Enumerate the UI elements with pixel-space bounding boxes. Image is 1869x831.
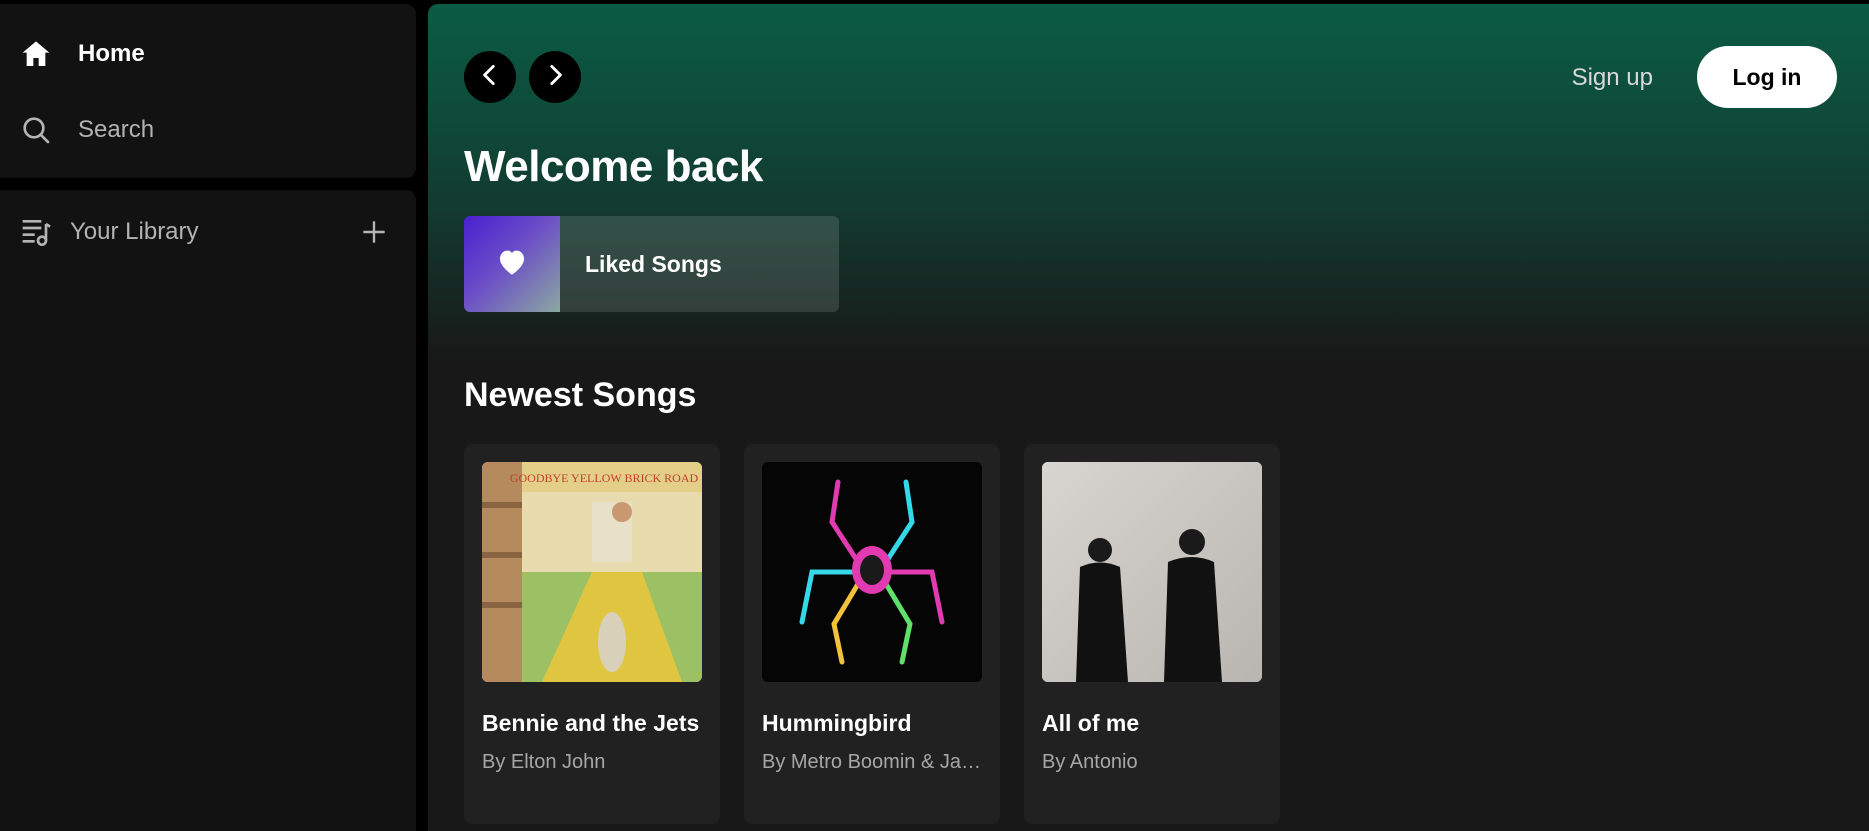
signup-button[interactable]: Sign up: [1572, 64, 1653, 92]
section-title: Newest Songs: [464, 376, 697, 414]
library-panel: Your Library: [0, 190, 416, 831]
liked-songs-art: [464, 216, 560, 312]
sidebar-item-home[interactable]: Home: [20, 38, 145, 70]
album-cover: GOODBYE YELLOW BRICK ROAD: [482, 462, 702, 682]
forward-button[interactable]: [529, 51, 581, 103]
song-artist[interactable]: By Metro Boomin & James Blake: [762, 751, 982, 774]
sidebar-nav-panel: Home Search: [0, 4, 416, 178]
library-button[interactable]: Your Library: [20, 216, 199, 248]
album-cover: [762, 462, 982, 682]
song-artist[interactable]: By Antonio: [1042, 751, 1262, 774]
song-card[interactable]: GOODBYE YELLOW BRICK ROAD Bennie and the…: [464, 444, 720, 824]
album-cover: [1042, 462, 1262, 682]
search-icon: [20, 114, 52, 146]
library-header: Your Library: [20, 216, 390, 248]
library-icon: [20, 216, 52, 248]
song-title: Bennie and the Jets: [482, 710, 700, 736]
song-title: All of me: [1042, 710, 1140, 736]
sidebar-item-label: Search: [78, 116, 155, 143]
chevron-right-icon: [542, 62, 568, 93]
back-button[interactable]: [464, 51, 516, 103]
song-card[interactable]: All of me By Antonio: [1024, 444, 1280, 824]
liked-songs-label: Liked Songs: [585, 250, 722, 277]
plus-icon[interactable]: [358, 216, 390, 248]
svg-text:GOODBYE YELLOW BRICK ROAD: GOODBYE YELLOW BRICK ROAD: [510, 471, 699, 485]
chevron-left-icon: [477, 62, 503, 93]
song-title: Hummingbird: [762, 710, 912, 736]
login-button[interactable]: Log in: [1697, 46, 1837, 108]
main-content[interactable]: Sign up Log in Welcome back Liked Songs …: [428, 4, 1869, 831]
song-artist[interactable]: By Elton John: [482, 751, 702, 774]
page-title: Welcome back: [464, 142, 763, 191]
heart-icon: [495, 245, 529, 284]
liked-songs-card[interactable]: Liked Songs: [464, 216, 839, 312]
home-icon: [20, 38, 52, 70]
song-card[interactable]: Hummingbird By Metro Boomin & James Blak…: [744, 444, 1000, 824]
sidebar-item-label: Home: [78, 40, 145, 67]
sidebar-item-search[interactable]: Search: [20, 114, 154, 146]
song-card-list: GOODBYE YELLOW BRICK ROAD Bennie and the…: [464, 444, 1280, 824]
library-label: Your Library: [70, 218, 199, 245]
